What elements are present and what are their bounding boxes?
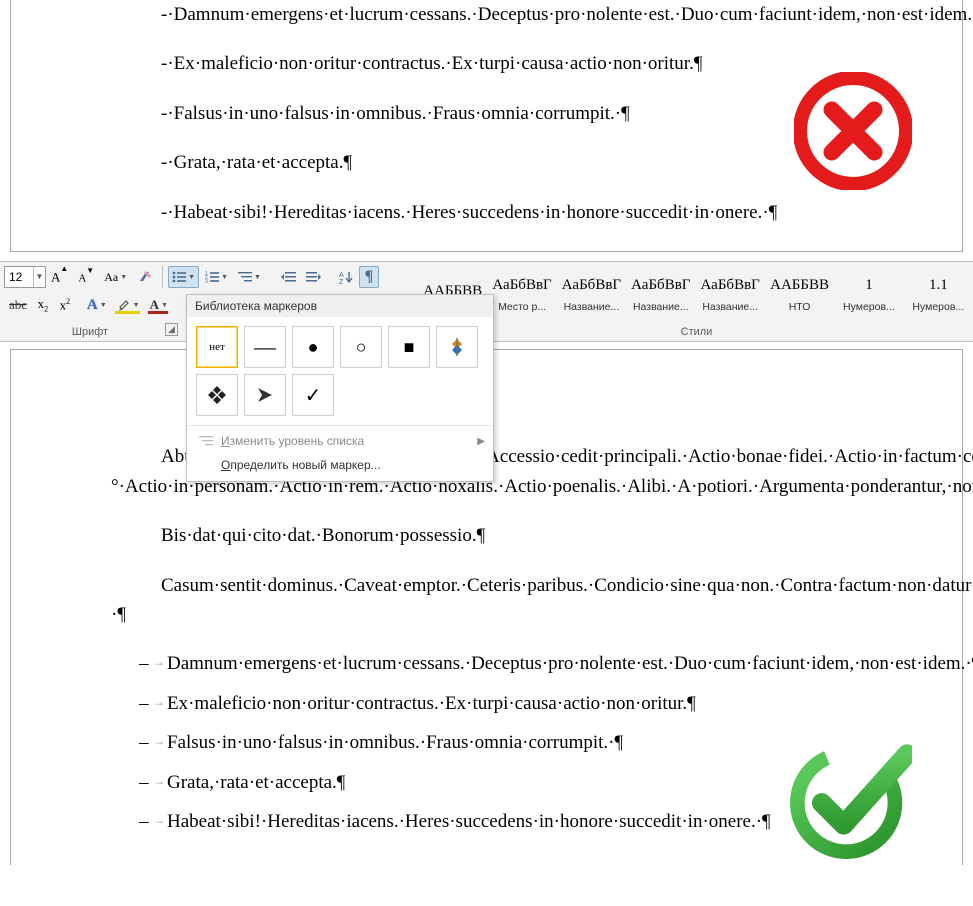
bullet-none[interactable]: нет xyxy=(196,326,238,368)
change-case-button[interactable]: Aa▼ xyxy=(100,266,131,288)
multilevel-list-button[interactable]: ▼ xyxy=(234,266,265,288)
show-pilcrow-button[interactable]: ¶ xyxy=(359,266,379,288)
bullets-library-header: Библиотека маркеров xyxy=(187,295,493,317)
change-level-icon xyxy=(197,435,215,447)
grow-font-button[interactable]: A▲ xyxy=(47,266,72,288)
style-tile[interactable]: АаБбВвГНазвание... xyxy=(557,264,626,320)
paragraph: Casum·sentit·dominus.·Caveat·emptor.·Cet… xyxy=(111,571,922,630)
text-effects-button[interactable]: A▼ xyxy=(83,294,111,316)
styles-gallery[interactable]: ААББВВАаБбВвГМесто р...АаБбВвГНазвание..… xyxy=(418,264,973,320)
change-list-level-menu-item: Изменить уровень списка ▶ xyxy=(187,429,493,453)
font-size-combobox[interactable]: ▼ xyxy=(4,266,46,288)
style-tile[interactable]: АаБбВвГМесто р... xyxy=(487,264,556,320)
svg-text:A: A xyxy=(339,272,344,279)
style-tile[interactable]: 1.1Нумеров... xyxy=(904,264,973,320)
decrease-indent-button[interactable] xyxy=(277,266,300,288)
font-dialog-launcher[interactable]: ◢ xyxy=(165,323,178,336)
style-tile[interactable]: ААББВВНТО xyxy=(765,264,834,320)
document-page-top: -·Damnum·emergens·et·lucrum·cessans.·Dec… xyxy=(10,0,963,252)
bullet-check[interactable]: ✓ xyxy=(292,374,334,416)
font-size-dropdown-icon[interactable]: ▼ xyxy=(33,267,45,287)
bullet-circle[interactable]: ○ xyxy=(340,326,382,368)
svg-text:Z: Z xyxy=(339,279,344,284)
ribbon: ▼ A▲ A▼ Aa▼ ▼ 123 ▼ ▼ AZ xyxy=(0,261,973,342)
bullets-split-button[interactable]: ▼ xyxy=(168,266,199,288)
font-size-input[interactable] xyxy=(5,269,33,285)
clear-formatting-button[interactable] xyxy=(133,266,157,288)
style-tile[interactable]: АаБбВвГНазвание... xyxy=(626,264,695,320)
bullet-disc[interactable]: ● xyxy=(292,326,334,368)
font-color-button[interactable]: A▼ xyxy=(146,294,172,316)
bullets-library-dropdown: Библиотека маркеров нет — ● ○ ■ ✓ Измени… xyxy=(186,294,494,482)
increase-indent-button[interactable] xyxy=(302,266,325,288)
list-item: →Damnum·emergens·et·lucrum·cessans.·Dece… xyxy=(139,649,922,678)
subscript-button[interactable]: x2 xyxy=(33,294,53,316)
shrink-font-button[interactable]: A▼ xyxy=(74,266,98,288)
wrong-badge-icon xyxy=(794,72,912,190)
style-tile[interactable]: АаБбВвГНазвание... xyxy=(696,264,765,320)
correct-badge-icon xyxy=(790,737,912,859)
ribbon-section-font-label: Шрифт ◢ xyxy=(0,326,180,338)
bullet-square[interactable]: ■ xyxy=(388,326,430,368)
paragraph: Bis·dat·qui·cito·dat.·Bonorum·possessio.… xyxy=(111,521,922,550)
define-new-bullet-menu-item[interactable]: Определить новый маркер... xyxy=(187,453,493,477)
bullet-diamond-cluster[interactable] xyxy=(196,374,238,416)
superscript-button[interactable]: x2 xyxy=(55,294,75,316)
svg-text:3: 3 xyxy=(205,279,208,283)
strikethrough-button[interactable]: abє xyxy=(5,294,31,316)
bullet-dash[interactable]: — xyxy=(244,326,286,368)
sort-button[interactable]: AZ xyxy=(335,266,357,288)
ribbon-section-styles-label: Стили xyxy=(420,326,973,338)
style-tile[interactable]: 1Нумеров... xyxy=(834,264,903,320)
paragraph: -·Habeat·sibi!·Hereditas·iacens.·Heres·s… xyxy=(111,198,922,227)
highlight-color-button[interactable]: ▼ xyxy=(113,294,144,316)
bullet-arrow[interactable] xyxy=(244,374,286,416)
paragraph: -·Damnum·emergens·et·lucrum·cessans.·Dec… xyxy=(111,0,922,29)
list-item: →Ex·maleficio·non·oritur·contractus.·Ex·… xyxy=(139,689,922,718)
bullet-diamond-4color[interactable] xyxy=(436,326,478,368)
submenu-arrow-icon: ▶ xyxy=(477,436,485,447)
numbering-split-button[interactable]: 123 ▼ xyxy=(201,266,232,288)
